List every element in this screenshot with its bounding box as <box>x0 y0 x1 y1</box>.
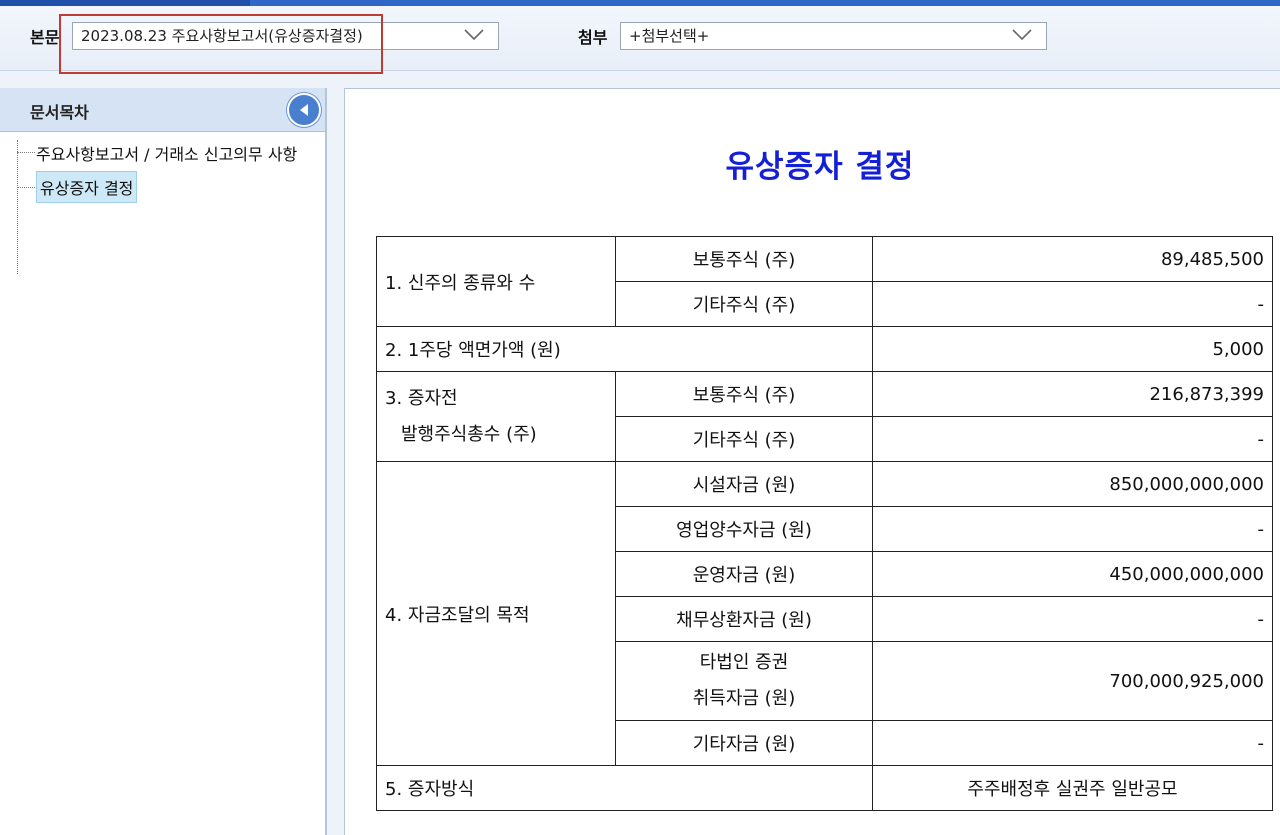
document-viewer: 유상증자 결정 1. 신주의 종류와 수 보통주식 (주) 89,485,500… <box>344 88 1280 835</box>
body-label: 본문 <box>30 28 60 47</box>
attach-label: 첨부 <box>578 28 608 47</box>
row-value: 850,000,000,000 <box>872 461 1273 507</box>
tree-connector <box>17 187 35 188</box>
row-sublabel-line: 취득자금 (원) <box>692 688 796 709</box>
row-value: 216,873,399 <box>872 371 1273 417</box>
row-label-line: 3. 증자전 <box>385 387 458 409</box>
row-value: - <box>872 596 1273 642</box>
row-label: 3. 증자전 발행주식총수 (주) <box>376 371 616 462</box>
chevron-down-icon <box>464 29 484 41</box>
row-value: 700,000,925,000 <box>872 641 1273 721</box>
row-sublabel: 보통주식 (주) <box>615 371 873 417</box>
row-value: - <box>872 720 1273 766</box>
row-value: 5,000 <box>872 326 1273 372</box>
toolbar: 본문 2023.08.23 주요사항보고서(유상증자결정) 첨부 +첨부선택+ <box>0 6 1280 74</box>
toc-title: 문서목차 <box>30 103 89 122</box>
row-value: 450,000,000,000 <box>872 551 1273 597</box>
table-row: 4. 자금조달의 목적 시설자금 (원) 850,000,000,000 <box>376 461 1273 766</box>
row-sublabel: 보통주식 (주) <box>615 236 873 282</box>
row-sublabel: 기타주식 (주) <box>615 416 873 462</box>
toc-header: 문서목차 <box>0 88 325 132</box>
row-label: 4. 자금조달의 목적 <box>376 461 616 766</box>
row-sublabel: 채무상환자금 (원) <box>615 596 873 642</box>
table-row: 1. 신주의 종류와 수 보통주식 (주) 89,485,500 <box>376 236 1273 327</box>
attach-select[interactable]: +첨부선택+ <box>620 22 1047 50</box>
row-sublabel-line: 타법인 증권 <box>699 652 789 673</box>
row-label: 5. 증자방식 <box>376 765 873 811</box>
row-sublabel: 기타주식 (주) <box>615 281 873 327</box>
tree-connector <box>17 152 35 153</box>
report-table: 1. 신주의 종류와 수 보통주식 (주) 89,485,500 기타주식 (주… <box>376 236 1273 811</box>
row-sublabel: 시설자금 (원) <box>615 461 873 507</box>
toc-item-main-report[interactable]: 주요사항보고서 / 거래소 신고의무 사항 <box>36 141 297 165</box>
row-sublabel: 운영자금 (원) <box>615 551 873 597</box>
row-value: 89,485,500 <box>872 236 1273 282</box>
table-row: 2. 1주당 액면가액 (원) 5,000 <box>376 326 1273 372</box>
triangle-left-icon <box>300 104 308 116</box>
row-label-line: 발행주식총수 (주) <box>401 423 537 445</box>
row-sublabel: 타법인 증권 취득자금 (원) <box>615 641 873 721</box>
row-sublabel: 영업양수자금 (원) <box>615 506 873 552</box>
row-label: 2. 1주당 액면가액 (원) <box>376 326 873 372</box>
row-value: 주주배정후 실권주 일반공모 <box>872 765 1273 811</box>
row-value: - <box>872 416 1273 462</box>
row-label: 1. 신주의 종류와 수 <box>376 236 616 327</box>
toc-item-rights-offering[interactable]: 유상증자 결정 <box>36 171 138 203</box>
row-value: - <box>872 506 1273 552</box>
tree-connector <box>17 140 18 274</box>
collapse-sidebar-button[interactable] <box>287 93 321 127</box>
chevron-down-icon <box>1012 29 1032 41</box>
row-value: - <box>872 281 1273 327</box>
toc-sidebar: 문서목차 주요사항보고서 / 거래소 신고의무 사항 유상증자 결정 <box>0 88 327 835</box>
attach-select-value: +첨부선택+ <box>629 27 710 45</box>
row-sublabel: 기타자금 (원) <box>615 720 873 766</box>
table-row: 5. 증자방식 주주배정후 실권주 일반공모 <box>376 765 1273 811</box>
highlight-box <box>59 14 383 74</box>
table-row: 3. 증자전 발행주식총수 (주) 보통주식 (주) 216,873,399 <box>376 371 1273 462</box>
document-title: 유상증자 결정 <box>725 149 915 185</box>
